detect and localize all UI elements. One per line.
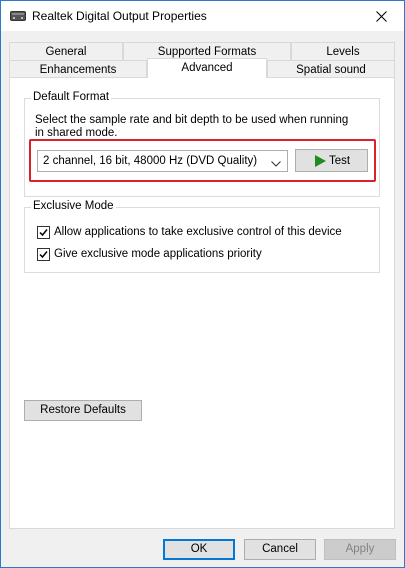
tab-general[interactable]: General — [9, 42, 123, 60]
ok-label: OK — [190, 543, 208, 555]
default-format-label: Default Format — [31, 91, 112, 103]
default-format-description: Select the sample rate and bit depth to … — [35, 114, 379, 140]
apply-button[interactable]: Apply — [324, 539, 396, 560]
tab-label: Enhancements — [39, 64, 117, 76]
tab-advanced[interactable]: Advanced — [147, 58, 267, 78]
checkmark-icon — [39, 251, 48, 259]
chevron-down-icon — [271, 158, 281, 170]
speaker-icon — [10, 10, 26, 22]
tab-label: General — [45, 46, 87, 58]
tab-enhancements[interactable]: Enhancements — [9, 60, 147, 78]
advanced-tab-panel: Default Format Select the sample rate an… — [9, 77, 395, 529]
properties-window: Realtek Digital Output Properties Genera… — [0, 0, 405, 568]
test-button[interactable]: Test — [295, 149, 368, 172]
restore-defaults-button[interactable]: Restore Defaults — [24, 400, 142, 421]
tab-spatial-sound[interactable]: Spatial sound — [267, 60, 395, 78]
cancel-label: Cancel — [262, 543, 298, 555]
checkmark-icon — [39, 229, 48, 237]
title-bar[interactable]: Realtek Digital Output Properties — [1, 1, 404, 31]
tab-levels[interactable]: Levels — [291, 42, 395, 60]
ok-button[interactable]: OK — [163, 539, 235, 560]
apply-label: Apply — [345, 543, 375, 555]
exclusive-priority-label[interactable]: Give exclusive mode applications priorit… — [54, 248, 262, 260]
cancel-button[interactable]: Cancel — [244, 539, 316, 560]
dropdown-value: 2 channel, 16 bit, 48000 Hz (DVD Quality… — [43, 155, 258, 167]
restore-defaults-label: Restore Defaults — [40, 404, 126, 416]
close-button[interactable] — [359, 1, 404, 31]
tab-label: Supported Formats — [157, 46, 257, 58]
exclusive-mode-group: Exclusive Mode Allow applications to tak… — [24, 200, 380, 273]
close-icon — [376, 11, 387, 22]
test-label: Test — [329, 155, 351, 167]
description-line-1: Select the sample rate and bit depth to … — [35, 114, 349, 126]
tab-label: Advanced — [181, 62, 233, 74]
play-icon — [315, 155, 326, 170]
tab-label: Spatial sound — [296, 64, 366, 76]
allow-exclusive-checkbox[interactable] — [37, 226, 50, 239]
exclusive-priority-checkbox[interactable] — [37, 248, 50, 261]
tab-label: Levels — [326, 46, 360, 58]
exclusive-mode-label: Exclusive Mode — [31, 200, 116, 212]
allow-exclusive-label[interactable]: Allow applications to take exclusive con… — [54, 226, 342, 238]
window-title: Realtek Digital Output Properties — [32, 9, 207, 23]
sample-rate-dropdown[interactable]: 2 channel, 16 bit, 48000 Hz (DVD Quality… — [37, 150, 288, 172]
